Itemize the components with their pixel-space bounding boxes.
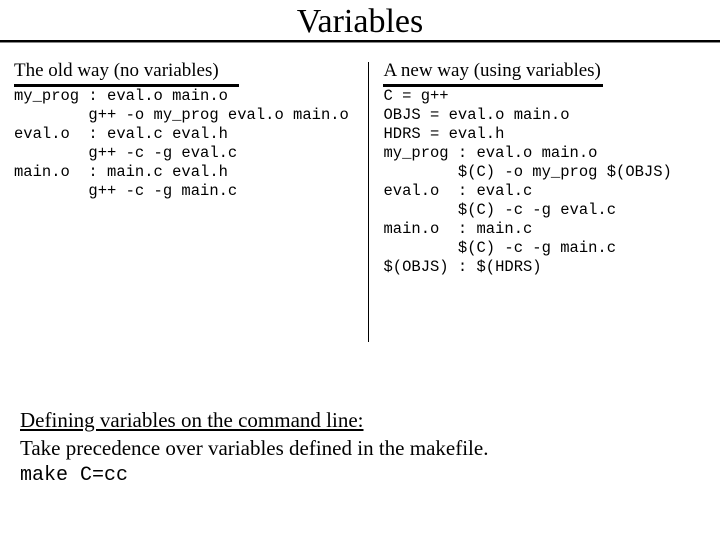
title-bar: Variables: [0, 0, 720, 42]
bottom-line1: Defining variables on the command line:: [20, 408, 364, 432]
title-underline: [0, 40, 720, 43]
left-heading: The old way (no variables): [14, 60, 368, 82]
column-right: A new way (using variables) C = g++ OBJS…: [369, 60, 702, 342]
slide-title: Variables: [0, 2, 720, 42]
right-code: my_prog : eval.o main.o $(C) -o my_prog …: [369, 144, 702, 277]
column-left: The old way (no variables) my_prog : eva…: [14, 60, 368, 342]
bottom-text: Defining variables on the command line: …: [20, 406, 700, 490]
right-vars-code: C = g++ OBJS = eval.o main.o HDRS = eval…: [369, 87, 702, 144]
columns: The old way (no variables) my_prog : eva…: [0, 60, 720, 342]
bottom-cmd: make C=cc: [20, 462, 700, 490]
slide: Variables The old way (no variables) my_…: [0, 0, 720, 540]
right-heading: A new way (using variables): [369, 60, 702, 82]
bottom-line2: Take precedence over variables defined i…: [20, 434, 700, 462]
left-code: my_prog : eval.o main.o g++ -o my_prog e…: [14, 87, 368, 201]
